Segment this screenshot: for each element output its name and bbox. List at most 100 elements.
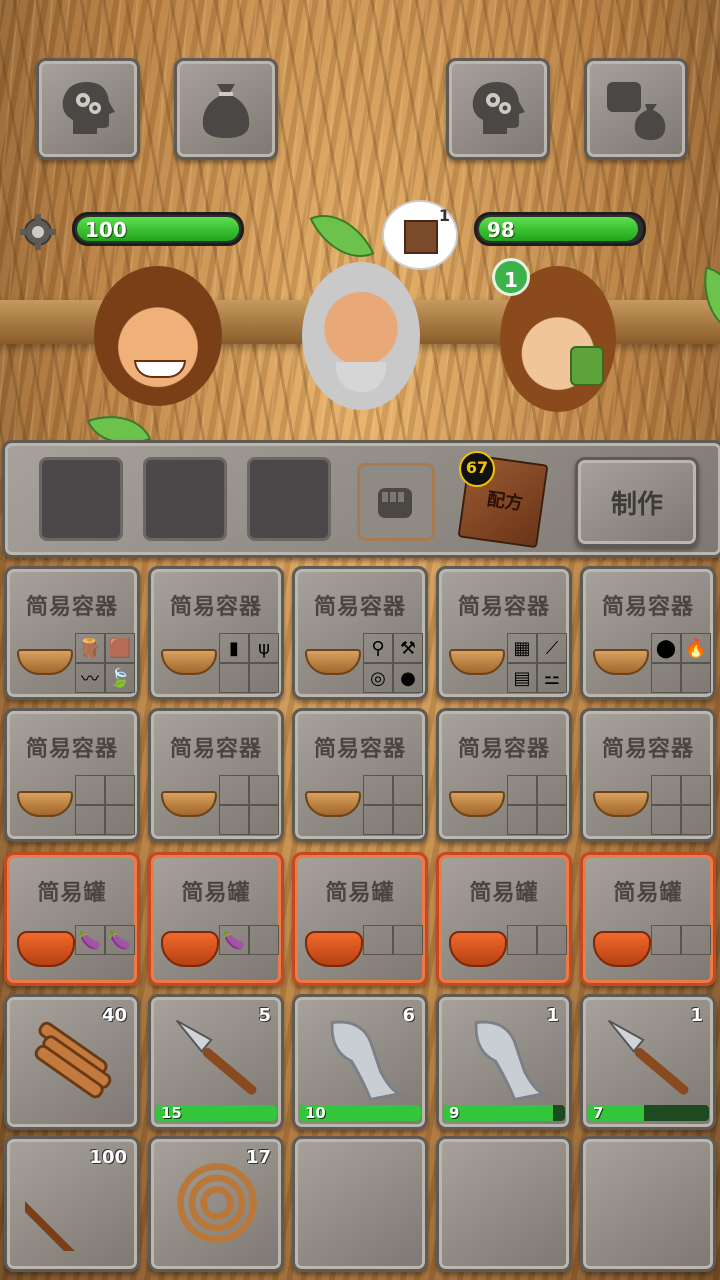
inventory-slot-empty[interactable] bbox=[436, 1136, 572, 1272]
empty-slot[interactable] bbox=[249, 663, 279, 693]
bark-icon[interactable]: ▮ bbox=[219, 633, 249, 663]
empty-slot[interactable] bbox=[363, 805, 393, 835]
empty-slot[interactable] bbox=[681, 805, 711, 835]
empty-slot[interactable] bbox=[219, 805, 249, 835]
empty-slot[interactable] bbox=[249, 775, 279, 805]
skills-button[interactable] bbox=[36, 58, 140, 160]
hand-craft-button[interactable] bbox=[357, 463, 435, 541]
empty-slot[interactable] bbox=[219, 775, 249, 805]
container-title: 简易容器 bbox=[25, 737, 118, 762]
container-card[interactable]: 简易容器 bbox=[4, 708, 140, 842]
container-card[interactable]: 简易容器 ▮ ψ bbox=[148, 566, 284, 700]
inventory-slot[interactable]: 40 bbox=[4, 994, 140, 1130]
craft-slot-2[interactable] bbox=[143, 457, 227, 541]
root-icon[interactable]: ψ bbox=[249, 633, 279, 663]
leaf-icon[interactable]: 🍃 bbox=[105, 663, 135, 693]
empty-slot[interactable] bbox=[393, 925, 423, 955]
empty-slot[interactable] bbox=[105, 775, 135, 805]
jar-card[interactable]: 简易罐 🍆 🍆 bbox=[4, 852, 140, 986]
empty-slot[interactable] bbox=[507, 805, 537, 835]
inventory-slot[interactable]: 17 bbox=[580, 994, 716, 1130]
vine-icon[interactable]: 〰 bbox=[75, 663, 105, 693]
campfire-icon[interactable]: 🔥 bbox=[681, 633, 711, 663]
rock-icon[interactable]: ● bbox=[393, 663, 423, 693]
jar-card[interactable]: 简易罐 bbox=[436, 852, 572, 986]
bone-icon[interactable]: ⚍ bbox=[537, 663, 567, 693]
inventory-slot[interactable]: 5 15 bbox=[148, 994, 284, 1130]
inventory-slot-empty[interactable] bbox=[292, 1136, 428, 1272]
craft-slot-3[interactable] bbox=[247, 457, 331, 541]
empty-slot[interactable] bbox=[681, 775, 711, 805]
empty-slot[interactable] bbox=[651, 663, 681, 693]
container-card[interactable]: 简易容器 bbox=[292, 708, 428, 842]
jar-card[interactable]: 简易罐 bbox=[292, 852, 428, 986]
empty-slot[interactable] bbox=[105, 805, 135, 835]
bag-button[interactable] bbox=[174, 58, 278, 160]
empty-slot[interactable] bbox=[75, 775, 105, 805]
inventory-slot[interactable]: 19 bbox=[436, 994, 572, 1130]
empty-slot[interactable] bbox=[507, 925, 537, 955]
durability-bar: 9 bbox=[443, 1105, 565, 1121]
empty-slot[interactable] bbox=[393, 775, 423, 805]
durability-value: 10 bbox=[305, 1105, 326, 1121]
inventory-slot-empty[interactable] bbox=[580, 1136, 716, 1272]
inventory-slot[interactable]: 100 bbox=[0, 1136, 140, 1272]
stone-hammer-icon[interactable]: ⚒ bbox=[393, 633, 423, 663]
empty-slot[interactable] bbox=[651, 925, 681, 955]
empty-slot[interactable] bbox=[681, 663, 711, 693]
feather-icon[interactable]: ⟋ bbox=[537, 633, 567, 663]
empty-slot[interactable] bbox=[537, 805, 567, 835]
partner-skills-button[interactable] bbox=[446, 58, 550, 160]
jar-card[interactable]: 简易罐 🍆 bbox=[148, 852, 284, 986]
container-card[interactable]: 简易容器 bbox=[436, 708, 572, 842]
eggplant-icon[interactable]: 🍆 bbox=[105, 925, 135, 955]
empty-slot[interactable] bbox=[681, 925, 711, 955]
empty-slot[interactable] bbox=[507, 775, 537, 805]
item-count: 17 bbox=[245, 1147, 271, 1168]
thought-count: 1 bbox=[438, 206, 450, 225]
empty-slot[interactable] bbox=[249, 805, 279, 835]
container-card[interactable]: 简易容器 ▦ ⟋ ▤ ⚍ bbox=[436, 566, 572, 700]
empty-slot[interactable] bbox=[363, 925, 393, 955]
inventory-slot[interactable]: 17 bbox=[148, 1136, 284, 1272]
empty-slot[interactable] bbox=[393, 805, 423, 835]
container-card[interactable]: 简易容器 bbox=[148, 708, 284, 842]
eggplant-icon[interactable]: 🍆 bbox=[219, 925, 249, 955]
grass-mat-icon[interactable]: ▦ bbox=[507, 633, 537, 663]
empty-slot[interactable] bbox=[651, 805, 681, 835]
container-card[interactable]: 简易容器 ⚲ ⚒ ◎ ● bbox=[292, 566, 428, 700]
club-icon[interactable]: ⚲ bbox=[363, 633, 393, 663]
container-card[interactable]: 简易容器 🪵 🟫 〰 🍃 bbox=[4, 566, 140, 700]
trade-button[interactable] bbox=[584, 58, 688, 160]
empty-slot[interactable] bbox=[363, 775, 393, 805]
stump-icon bbox=[404, 220, 438, 254]
empty-slot[interactable] bbox=[651, 775, 681, 805]
jar-card[interactable]: 简易罐 bbox=[580, 852, 716, 986]
item-count: 1 bbox=[690, 1005, 703, 1026]
empty-slot[interactable] bbox=[537, 925, 567, 955]
basket-icon bbox=[449, 649, 505, 675]
coconut-icon[interactable]: ⬤ bbox=[651, 633, 681, 663]
character-elder-face[interactable] bbox=[302, 262, 420, 410]
rope-coil-icon[interactable]: ◎ bbox=[363, 663, 393, 693]
jar-title: 简易罐 bbox=[181, 881, 251, 906]
empty-slot[interactable] bbox=[249, 925, 279, 955]
container-card[interactable]: 简易容器 ⬤ 🔥 bbox=[580, 566, 716, 700]
make-button[interactable]: 制作 bbox=[575, 457, 699, 547]
eggplant-icon[interactable]: 🍆 bbox=[75, 925, 105, 955]
cloth-icon[interactable]: ▤ bbox=[507, 663, 537, 693]
stump-icon[interactable]: 🟫 bbox=[105, 633, 135, 663]
empty-slot[interactable] bbox=[75, 805, 105, 835]
character-left-face[interactable] bbox=[94, 266, 222, 406]
settings-gear-icon[interactable] bbox=[20, 214, 56, 250]
durability-bar: 7 bbox=[587, 1105, 709, 1121]
container-title: 简易容器 bbox=[457, 737, 550, 762]
empty-slot[interactable] bbox=[537, 775, 567, 805]
durability-value: 7 bbox=[593, 1105, 604, 1121]
log-icon[interactable]: 🪵 bbox=[75, 633, 105, 663]
container-card[interactable]: 简易容器 bbox=[580, 708, 716, 842]
inventory-slot[interactable]: 6 10 bbox=[292, 994, 428, 1130]
container-title: 简易容器 bbox=[25, 595, 118, 620]
craft-slot-1[interactable] bbox=[39, 457, 123, 541]
empty-slot[interactable] bbox=[219, 663, 249, 693]
